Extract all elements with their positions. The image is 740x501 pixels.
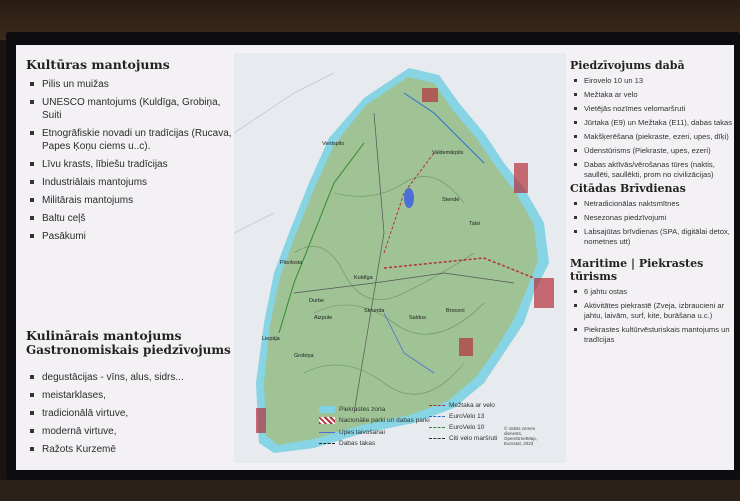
swatch bbox=[319, 432, 335, 433]
nature-park bbox=[514, 163, 528, 193]
legend-item: Piekrastes zona bbox=[319, 406, 385, 413]
culture-title: Kultūras mantojums bbox=[26, 57, 170, 72]
list-item: Ūdenstūrisms (Piekraste, upes, ezeri) bbox=[570, 146, 734, 156]
maritime-title: Maritime | Piekrastes tūrisms bbox=[570, 257, 704, 283]
swatch bbox=[429, 405, 445, 406]
swatch bbox=[429, 438, 445, 439]
swatch bbox=[319, 406, 335, 413]
right-panel: Piedzīvojums dabā Eirovelo 10 un 13 Mežt… bbox=[566, 45, 734, 470]
nature-park bbox=[422, 88, 438, 102]
list-item: Netradicionālas naktsmītnes bbox=[570, 199, 734, 209]
legend-item: Dabas takas bbox=[319, 440, 375, 447]
list-item: Ražots Kurzemē bbox=[26, 443, 234, 456]
nature-park bbox=[534, 278, 554, 308]
legend-item: Mežtaka ar velo bbox=[429, 402, 495, 409]
nature-title: Piedzīvojums dabā bbox=[570, 59, 685, 72]
legend-label: EuroVelo 10 bbox=[449, 424, 485, 431]
legend-item: EuroVelo 13 bbox=[429, 413, 484, 420]
table-surface bbox=[0, 480, 740, 501]
maritime-list: 6 jahtu ostas Aktivitātes piekrastē (Zve… bbox=[570, 287, 734, 345]
holidays-title: Citādas Brīvdienas bbox=[570, 182, 686, 195]
list-item: Pilis un muižas bbox=[26, 78, 234, 91]
legend-item: Upes laivošanai bbox=[319, 429, 385, 436]
town-label: Aizpute bbox=[314, 315, 333, 321]
list-item: Aktivitātes piekrastē (Zveja, izbraucien… bbox=[570, 301, 734, 321]
legend-label: Dabas takas bbox=[339, 440, 376, 447]
legend-label: Upes laivošanai bbox=[339, 429, 385, 436]
legend-label: Mežtaka ar velo bbox=[449, 402, 495, 409]
holidays-list: Netradicionālas naktsmītnes Nesezonas pi… bbox=[570, 199, 734, 247]
kurzeme-map: Ventspils Valdemārpils Talsi Stende Kuld… bbox=[233, 53, 566, 463]
town-label: Saldus bbox=[409, 315, 426, 321]
legend-item: Nacionālie parki un dabas parki bbox=[319, 417, 430, 424]
town-label: Durbe bbox=[309, 298, 324, 304]
map-credit: © Valsts zemes dienests, OpenStreetMap, … bbox=[504, 426, 538, 446]
list-item: degustācijas - vīns, alus, sidrs... bbox=[26, 371, 234, 384]
town-label: Pāvilosta bbox=[280, 260, 303, 266]
swatch bbox=[429, 416, 445, 417]
list-item: Līvu krasts, lībiešu tradīcijas bbox=[26, 158, 234, 171]
list-item: Mežtaka ar velo bbox=[570, 90, 734, 100]
list-item: Vietējās nozīmes velomaršruti bbox=[570, 104, 734, 114]
town-label: Valdemārpils bbox=[432, 150, 464, 156]
legend-label: Citi velo maršruti bbox=[449, 435, 498, 442]
legend-label: Piekrastes zona bbox=[339, 406, 386, 413]
town-label: Ventspils bbox=[322, 141, 345, 147]
list-item: Makšķerēšana (piekraste, ezeri, upes, dī… bbox=[570, 132, 734, 142]
swatch bbox=[319, 417, 335, 424]
town-label: Grobiņa bbox=[294, 353, 314, 359]
lake bbox=[404, 188, 414, 208]
list-item: Dabas aktīvās/vērošanas tūres (naktis, s… bbox=[570, 160, 734, 180]
list-item: Piekrastes kultūrvēsturiskais mantojums … bbox=[570, 325, 734, 345]
legend-item: EuroVelo 10 bbox=[429, 424, 484, 431]
list-item: Baltu ceļš bbox=[26, 212, 234, 225]
presentation-slide: Kultūras mantojums Pilis un muižas UNESC… bbox=[16, 45, 734, 470]
land-area bbox=[264, 77, 538, 445]
list-item: Etnogrāfiskie novadi un tradīcijas (Ruca… bbox=[26, 127, 234, 153]
town-label: Liepāja bbox=[262, 336, 280, 342]
swatch bbox=[319, 443, 335, 444]
list-item: modernā virtuve, bbox=[26, 425, 234, 438]
list-item: tradicionālā virtuve, bbox=[26, 407, 234, 420]
list-item: Eirovelo 10 un 13 bbox=[570, 76, 734, 86]
culinary-section: Kulinārais mantojums Gastronomiskais pie… bbox=[26, 328, 234, 456]
legend-label: EuroVelo 13 bbox=[449, 413, 485, 420]
culinary-subtitle: Gastronomiskais piedzīvojums bbox=[26, 343, 231, 357]
list-item: UNESCO mantojums (Kuldīga, Grobiņa, Suit… bbox=[26, 96, 234, 122]
list-item: Industriālais mantojums bbox=[26, 176, 234, 189]
town-label: Talsi bbox=[469, 221, 481, 227]
town-label: Stende bbox=[442, 197, 460, 203]
culture-list: Pilis un muižas UNESCO mantojums (Kuldīg… bbox=[26, 78, 234, 243]
list-item: 6 jahtu ostas bbox=[570, 287, 734, 297]
list-item: Nesezonas piedzīvojumi bbox=[570, 213, 734, 223]
nature-park bbox=[459, 338, 473, 356]
list-item: Militārais mantojums bbox=[26, 194, 234, 207]
culinary-title: Kulinārais mantojums bbox=[26, 328, 182, 343]
town-label: Broceni bbox=[446, 308, 465, 314]
list-item: Labsajūtas brīvdienas (SPA, digitālai de… bbox=[570, 227, 734, 247]
map-graphic bbox=[233, 68, 554, 453]
culinary-list: degustācijas - vīns, alus, sidrs... meis… bbox=[26, 371, 234, 456]
list-item: meistarklases, bbox=[26, 389, 234, 402]
nature-list: Eirovelo 10 un 13 Mežtaka ar velo Vietēj… bbox=[570, 76, 734, 180]
left-panel: Kultūras mantojums Pilis un muižas UNESC… bbox=[16, 45, 234, 470]
town-label: Kuldīga bbox=[354, 275, 373, 281]
legend-label: Nacionālie parki un dabas parki bbox=[339, 417, 430, 424]
swatch bbox=[429, 427, 445, 428]
legend-item: Citi velo maršruti bbox=[429, 435, 497, 442]
list-item: Pasākumi bbox=[26, 230, 234, 243]
nature-park bbox=[256, 408, 266, 433]
list-item: Jūrtaka (E9) un Mežtaka (E11), dabas tak… bbox=[570, 118, 734, 128]
town-label: Skrunda bbox=[364, 308, 385, 314]
